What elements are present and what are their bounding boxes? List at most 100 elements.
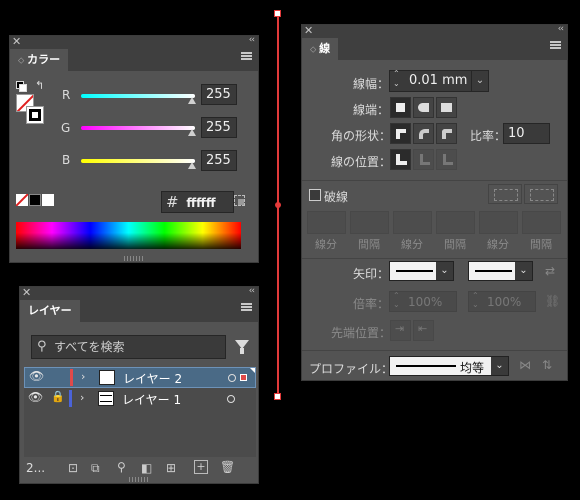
anchor-point-bottom[interactable]	[274, 393, 281, 400]
tip-extend-button[interactable]: ⇥	[390, 320, 411, 341]
dash-preserve-button[interactable]	[488, 184, 522, 204]
white-swatch[interactable]	[42, 194, 54, 206]
panel-menu-icon[interactable]	[241, 52, 252, 60]
dash-field[interactable]	[393, 211, 432, 234]
slider-b[interactable]	[81, 159, 195, 163]
tab-color[interactable]: ⬦ カラー	[10, 49, 69, 71]
default-colors-icon[interactable]	[16, 81, 27, 92]
slider-g[interactable]	[81, 126, 195, 130]
dashed-checkbox[interactable]	[309, 189, 321, 201]
dashed-label[interactable]: 破線	[324, 188, 348, 205]
butt-cap-button[interactable]	[390, 97, 411, 118]
panel-menu-icon[interactable]	[241, 303, 252, 311]
profile-dropdown[interactable]: 均等 ⌄	[389, 356, 509, 376]
lock-icon[interactable]: 🔒	[51, 390, 65, 403]
stroke-swatch[interactable]	[26, 106, 44, 124]
align-outside-button[interactable]	[436, 149, 457, 170]
align-inside-button[interactable]	[413, 149, 434, 170]
gap-field[interactable]	[522, 211, 561, 234]
slider-g-thumb[interactable]	[188, 129, 196, 136]
swap-arrows-icon[interactable]: ⇄	[545, 264, 555, 278]
gap-field-label: 間隔	[530, 238, 552, 251]
weight-dropdown-icon[interactable]: ⌄	[471, 71, 488, 91]
anchor-point-top[interactable]	[274, 10, 281, 17]
visibility-eye-icon[interactable]: 👁	[28, 390, 43, 404]
panel-titlebar[interactable]: ✕ ‹‹	[20, 286, 258, 300]
layer-row[interactable]: 👁 › レイヤー 2	[24, 367, 256, 388]
scale-label: 倍率：	[353, 297, 390, 311]
collapse-icon[interactable]: ‹‹	[249, 286, 255, 296]
slider-b-thumb[interactable]	[188, 162, 196, 169]
tab-stroke[interactable]: ⬦ 線	[302, 38, 339, 60]
resize-grip[interactable]	[124, 256, 144, 261]
close-icon[interactable]: ✕	[22, 286, 31, 299]
gap-field[interactable]	[436, 211, 475, 234]
swap-colors-icon[interactable]: ↰	[35, 79, 44, 92]
bevel-join-button[interactable]	[436, 123, 457, 144]
dash-field[interactable]	[307, 211, 346, 234]
visibility-eye-icon[interactable]: 👁	[29, 369, 44, 383]
clipping-mask-icon[interactable]: ◧	[141, 461, 152, 475]
expand-chevron-icon[interactable]: ›	[80, 391, 84, 404]
tip-inside-button[interactable]: ⇤	[413, 320, 434, 341]
gap-field[interactable]	[350, 211, 389, 234]
corner-marker	[250, 368, 255, 373]
channel-value-g[interactable]: 255	[201, 117, 237, 138]
panel-titlebar[interactable]: ✕ ‹‹	[10, 35, 258, 49]
out-of-gamut-icon[interactable]	[234, 195, 245, 206]
resize-grip[interactable]	[129, 477, 149, 482]
round-cap-button[interactable]	[413, 97, 434, 118]
panel-titlebar[interactable]: ✕ ‹‹	[302, 24, 567, 38]
weight-stepper-icon[interactable]: ⌃ ⌄	[393, 69, 400, 89]
collect-export-icon[interactable]: ⊡	[68, 461, 78, 475]
export-icon[interactable]: ⧉	[91, 461, 100, 476]
start-arrow-dropdown[interactable]: ⌄	[389, 261, 454, 281]
ratio-field[interactable]: 10	[503, 123, 550, 144]
flip-across-icon[interactable]: ⇅	[542, 358, 552, 372]
miter-join-button[interactable]	[390, 123, 411, 144]
black-swatch[interactable]	[29, 194, 41, 206]
flip-along-icon[interactable]: ⋈	[519, 358, 531, 372]
panel-menu-icon[interactable]	[550, 41, 561, 49]
new-layer-icon[interactable]: +	[194, 460, 208, 474]
channel-value-r[interactable]: 255	[201, 84, 237, 105]
link-scale-icon[interactable]: ⛓	[545, 294, 560, 308]
target-circle-icon[interactable]	[228, 374, 236, 382]
weight-field[interactable]: ⌃ ⌄ 0.01 mm ⌄	[389, 69, 489, 92]
hex-field[interactable]: # ffffff	[161, 191, 234, 213]
layer-name[interactable]: レイヤー 1	[122, 391, 181, 408]
layer-name[interactable]: レイヤー 2	[123, 370, 182, 387]
align-center-button[interactable]	[390, 149, 411, 170]
target-circle-icon[interactable]	[227, 395, 235, 403]
close-icon[interactable]: ✕	[12, 35, 21, 48]
layer-row[interactable]: 👁 🔒 › レイヤー 1	[24, 389, 256, 409]
trash-icon[interactable]: 🗑	[220, 460, 235, 474]
center-point	[275, 202, 281, 208]
dash-field[interactable]	[479, 211, 518, 234]
selection-indicator[interactable]	[240, 374, 247, 381]
collapse-icon[interactable]: ‹‹	[558, 24, 564, 34]
search-placeholder: すべてを検索	[54, 340, 125, 354]
dash-align-button[interactable]	[524, 184, 558, 204]
end-arrow-dropdown[interactable]: ⌄	[468, 261, 533, 281]
none-swatch[interactable]	[16, 194, 28, 206]
tab-layers[interactable]: レイヤー	[20, 300, 80, 322]
new-sublayer-icon[interactable]: ⊞	[166, 461, 176, 475]
filter-icon[interactable]	[235, 340, 249, 354]
divider	[302, 180, 567, 181]
dash-field-label: 線分	[487, 238, 509, 251]
collapse-icon[interactable]: ‹‹	[249, 35, 255, 45]
close-icon[interactable]: ✕	[304, 24, 313, 37]
color-spectrum[interactable]	[16, 222, 241, 249]
channel-value-b[interactable]: 255	[201, 150, 237, 171]
expand-chevron-icon[interactable]: ›	[81, 370, 85, 383]
round-join-button[interactable]	[413, 123, 434, 144]
slider-r-thumb[interactable]	[188, 97, 196, 104]
slider-r[interactable]	[81, 94, 195, 98]
start-scale-field[interactable]: ⌃ ⌄ 100%	[389, 291, 457, 312]
end-scale-field[interactable]: ⌃ ⌄ 100%	[468, 291, 536, 312]
layer-search-input[interactable]: ⚲ すべてを検索	[31, 335, 226, 359]
channel-label-g: G	[61, 121, 71, 135]
projecting-cap-button[interactable]	[436, 97, 457, 118]
locate-object-icon[interactable]: ⚲	[117, 460, 126, 474]
